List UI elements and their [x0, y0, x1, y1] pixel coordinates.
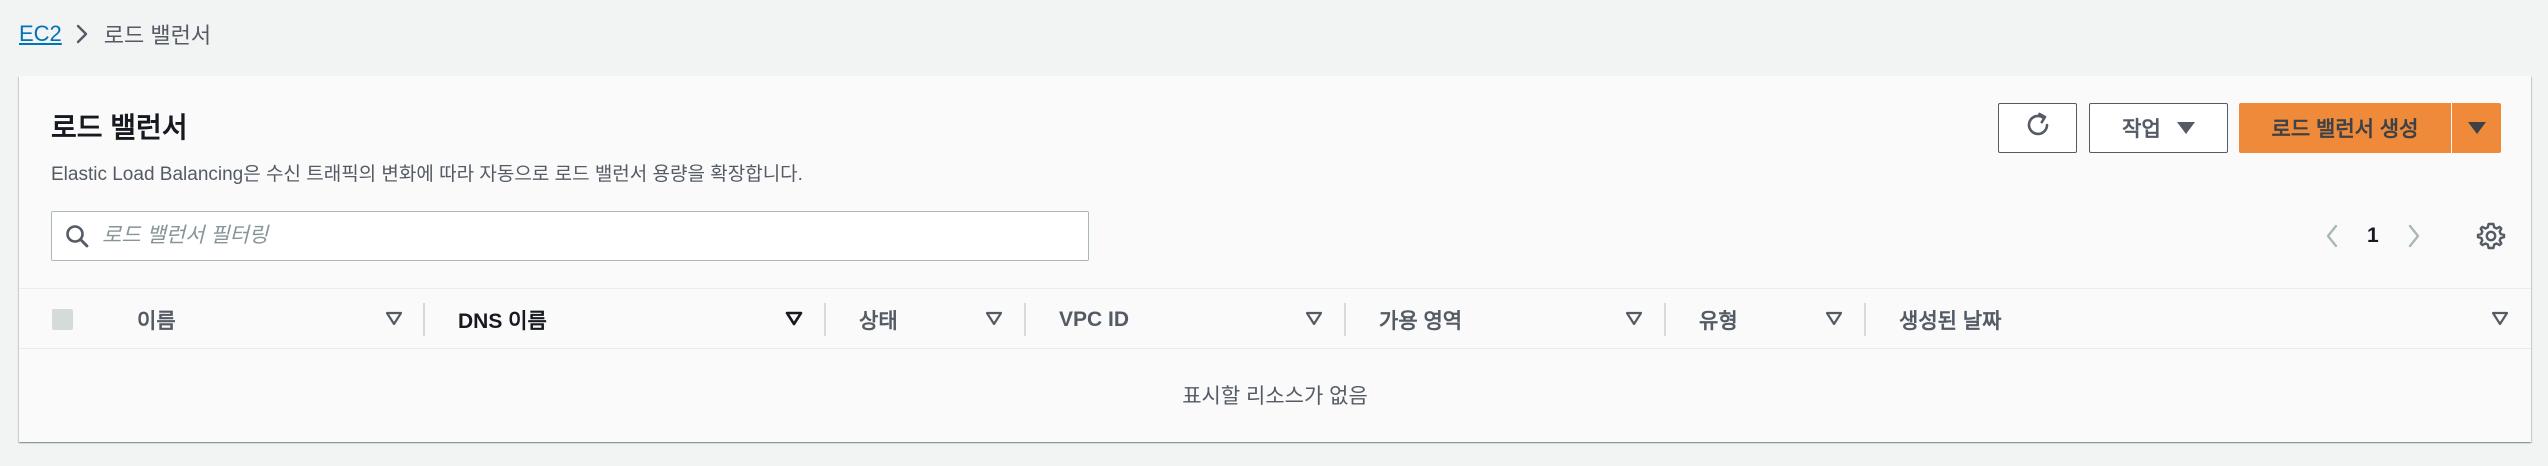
search-icon: [52, 212, 102, 260]
breadcrumb: EC2 로드 밸런서: [19, 18, 211, 50]
column-divider[interactable]: [824, 303, 826, 336]
sort-caret-icon[interactable]: [985, 311, 1003, 327]
page-title: 로드 밸런서: [51, 112, 188, 143]
sort-caret-icon[interactable]: [2491, 311, 2509, 327]
column-header-availability-zones[interactable]: 가용 영역: [1379, 289, 1462, 350]
breadcrumb-current: 로드 밸런서: [103, 23, 212, 48]
sort-caret-icon[interactable]: [1625, 311, 1643, 327]
filter-search-box: [51, 211, 1089, 261]
column-header-date-created[interactable]: 생성된 날짜: [1899, 289, 2001, 350]
breadcrumb-link-ec2[interactable]: EC2: [19, 21, 62, 47]
create-load-balancer-button[interactable]: 로드 밸런서 생성: [2239, 103, 2451, 153]
column-header-state[interactable]: 상태: [859, 289, 898, 350]
chevron-left-icon[interactable]: [2319, 216, 2345, 256]
load-balancers-panel: 로드 밸런서 Elastic Load Balancing은 수신 트래픽의 변…: [19, 76, 2531, 442]
select-all-checkbox[interactable]: [52, 309, 73, 330]
column-header-type[interactable]: 유형: [1699, 289, 1738, 350]
sort-caret-icon[interactable]: [385, 311, 403, 327]
sort-caret-icon[interactable]: [1305, 311, 1323, 327]
chevron-right-icon[interactable]: [2401, 216, 2427, 256]
sort-caret-icon[interactable]: [1825, 311, 1843, 327]
create-load-balancer-label: 로드 밸런서 생성: [2271, 118, 2419, 141]
table-header: 이름 DNS 이름 상태 VPC ID 가용 영역 유형 생성된 날짜: [19, 288, 2531, 349]
caret-down-icon: [2467, 122, 2486, 134]
column-divider[interactable]: [423, 303, 425, 336]
create-options-dropdown-button[interactable]: [2452, 103, 2501, 153]
refresh-button[interactable]: [1998, 103, 2077, 153]
sort-caret-icon[interactable]: [785, 311, 803, 327]
actions-label: 작업: [2122, 118, 2161, 141]
column-header-dns-name[interactable]: DNS 이름: [458, 289, 547, 350]
page-number[interactable]: 1: [2367, 224, 2379, 248]
column-divider[interactable]: [1864, 303, 1866, 336]
pagination: 1: [2319, 211, 2427, 261]
empty-state-message: 표시할 리소스가 없음: [1182, 385, 1368, 408]
page-description: Elastic Load Balancing은 수신 트래픽의 변화에 따라 자…: [51, 164, 803, 185]
filter-input[interactable]: [102, 213, 1088, 259]
caret-down-icon: [2176, 122, 2195, 134]
column-divider[interactable]: [1344, 303, 1346, 336]
column-header-name[interactable]: 이름: [137, 289, 176, 350]
gear-icon[interactable]: [2471, 216, 2511, 256]
refresh-icon: [2023, 110, 2053, 146]
column-divider[interactable]: [1664, 303, 1666, 336]
actions-dropdown-button[interactable]: 작업: [2089, 103, 2228, 153]
chevron-right-icon: [76, 23, 90, 45]
column-header-vpc-id[interactable]: VPC ID: [1059, 289, 1129, 350]
column-divider[interactable]: [1024, 303, 1026, 336]
